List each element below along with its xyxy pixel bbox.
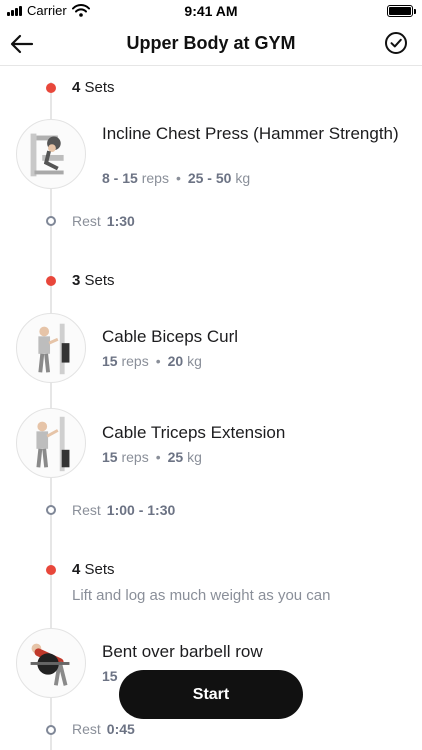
rest-row: Rest 1:30 [72, 213, 135, 229]
sets-label: 3 Sets [72, 272, 115, 289]
triceps-extension-illustration [36, 416, 70, 472]
battery-icon [387, 5, 416, 17]
exercise-thumbnail[interactable] [16, 628, 86, 698]
exercise-meta: 15 [102, 668, 118, 684]
clock: 9:41 AM [184, 3, 238, 19]
start-button[interactable]: Start [119, 670, 303, 719]
rest-marker [46, 216, 56, 226]
set-marker-dot [46, 276, 56, 286]
exercise-thumbnail[interactable] [16, 408, 86, 478]
sets-label: 4 Sets [72, 79, 115, 96]
chest-press-illustration [30, 133, 64, 177]
exercise-name[interactable]: Bent over barbell row [102, 641, 402, 662]
rest-marker [46, 505, 56, 515]
set-marker-dot [46, 83, 56, 93]
rest-marker [46, 725, 56, 735]
biceps-curl-illustration [38, 323, 70, 375]
exercise-meta: 15 reps • 25 kg [102, 449, 202, 465]
rest-row: Rest 0:45 [72, 721, 135, 737]
exercise-name[interactable]: Cable Biceps Curl [102, 326, 402, 347]
barbell-row-illustration [30, 643, 70, 686]
rest-row: Rest 1:00 - 1:30 [72, 502, 176, 518]
exercise-thumbnail[interactable] [16, 119, 86, 189]
status-bar: Carrier 9:41 AM [0, 0, 422, 22]
set-note: Lift and log as much weight as you can [72, 587, 331, 604]
exercise-name[interactable]: Incline Chest Press (Hammer Strength) [102, 123, 402, 144]
exercise-name[interactable]: Cable Triceps Extension [102, 422, 402, 443]
set-marker-dot [46, 565, 56, 575]
page-title: Upper Body at GYM [126, 33, 296, 53]
exercise-meta: 15 reps • 20 kg [102, 353, 202, 369]
check-circle-icon[interactable] [384, 31, 408, 55]
exercise-thumbnail[interactable] [16, 313, 86, 383]
sets-label: 4 Sets [72, 561, 115, 578]
exercise-meta: 8 - 15 reps • 25 - 50 kg [102, 170, 251, 186]
navigation-bar: Upper Body at GYM [0, 22, 422, 66]
